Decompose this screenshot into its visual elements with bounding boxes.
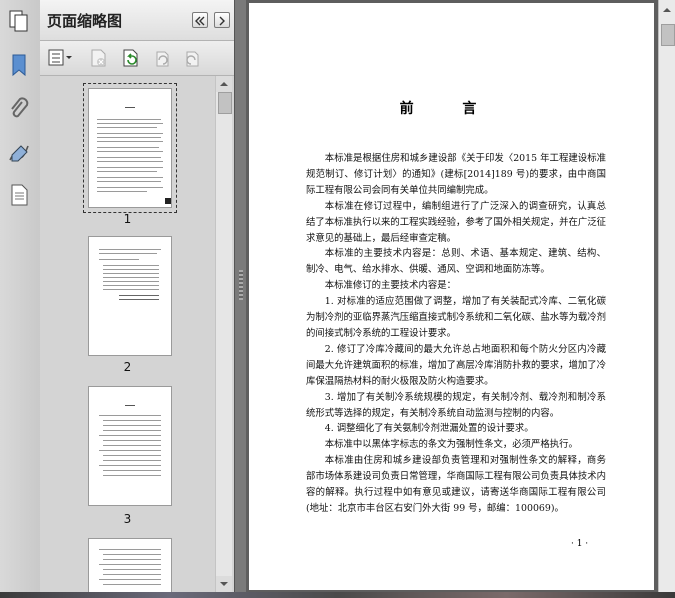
scroll-up-arrow[interactable] [216, 76, 232, 92]
desktop-strip [0, 592, 675, 598]
bookmarks-icon[interactable] [6, 52, 32, 78]
paragraph: 3. 增加了有关制冷系统规模的规定，有关制冷剂、载冷剂和制冷系统形式等选择的规定… [306, 391, 606, 419]
thumbnail-list[interactable]: 1 2 3 [40, 76, 215, 592]
document-scrollbar[interactable] [658, 0, 675, 592]
page-thumbnail-4[interactable] [88, 538, 172, 592]
paragraph: 本标准的主要技术内容是：总则、术语、基本规定、建筑、结构、制冷、电气、给水排水、… [306, 248, 606, 276]
splitter-grip[interactable] [239, 270, 243, 300]
thumbnail-scrollbar[interactable] [215, 76, 232, 592]
content-icon[interactable] [6, 182, 32, 208]
thumbnail-panel: 页面缩略图 1 2 3 [40, 0, 234, 598]
paragraph: 本标准在修订过程中，编制组进行了广泛深入的调查研究，认真总结了本标准执行以来的工… [306, 200, 607, 244]
page-number-1: 1 [123, 212, 132, 226]
double-chevron-left-icon [195, 16, 205, 26]
page-thumbnail-2[interactable] [88, 236, 172, 356]
expand-panel-button[interactable] [214, 12, 230, 28]
thumbnail-toolbar [40, 41, 234, 76]
delete-page-icon [91, 49, 106, 67]
paragraph: 本标准中以黑体字标志的条文为强制性条文，必须严格执行。 [324, 439, 578, 451]
scroll-down-arrow[interactable] [216, 576, 232, 592]
paragraph: 本标准是根据住房和城乡建设部《关于印发〈2015 年工程建设标准规范制订、修订计… [306, 153, 606, 196]
page-thumbnail-1[interactable] [83, 83, 177, 213]
paragraph: 4. 调整细化了有关氨制冷剂泄漏处置的设计要求。 [324, 423, 534, 435]
paragraph: 本标准由住房和城乡建设部负责管理和对强制性条文的解释，商务部市场体系建设司负责日… [306, 455, 607, 514]
document-view[interactable]: 前 言 本标准是根据住房和城乡建设部《关于印发〈2015 年工程建设标准规范制订… [246, 0, 658, 592]
paragraph: 本标准修订的主要技术内容是： [324, 280, 457, 292]
scrollbar-thumb[interactable] [218, 92, 232, 114]
rotate-right-icon [186, 51, 199, 67]
collapse-panel-button[interactable] [192, 12, 208, 28]
scrollbar-thumb[interactable] [661, 24, 675, 46]
document-page: 前 言 本标准是根据住房和城乡建设部《关于印发〈2015 年工程建设标准规范制订… [249, 3, 654, 590]
panel-header: 页面缩略图 [40, 0, 234, 41]
delete-pages-button[interactable] [88, 48, 108, 68]
navigation-rail [0, 0, 41, 598]
panel-title: 页面缩略图 [47, 12, 123, 30]
chevron-right-icon [219, 16, 225, 26]
paragraph: 2. 修订了冷库冷藏间的最大允许总占地面积和每个防火分区内冷藏间最大允许建筑面积… [306, 343, 607, 387]
rotate-clockwise-button[interactable] [182, 48, 202, 68]
rotate-counterclockwise-button[interactable] [152, 48, 172, 68]
page-number-3: 3 [123, 512, 132, 526]
page-heading: 前 言 [399, 101, 499, 117]
triangle-down-icon [220, 582, 228, 586]
options-list-icon [48, 49, 72, 66]
rotate-left-icon [156, 51, 169, 67]
attachments-icon[interactable] [6, 96, 32, 122]
page-thumbnail-3[interactable] [88, 386, 172, 506]
page-thumbnails-icon[interactable] [6, 8, 32, 34]
paragraph: 1. 对标准的适应范围做了调整，增加了有关装配式冷库、二氧化碳为制冷剂的亚临界蒸… [306, 296, 607, 339]
page-body: 本标准是根据住房和城乡建设部《关于印发〈2015 年工程建设标准规范制订、修订计… [306, 151, 606, 517]
insert-pages-button[interactable] [120, 48, 140, 68]
page-folio: · 1 · [571, 539, 589, 549]
options-menu-button[interactable] [48, 48, 74, 68]
triangle-up-icon [220, 82, 228, 86]
signatures-icon[interactable] [6, 140, 32, 166]
insert-page-icon [123, 49, 138, 67]
triangle-up-icon[interactable] [659, 2, 675, 18]
page-number-2: 2 [123, 360, 132, 374]
